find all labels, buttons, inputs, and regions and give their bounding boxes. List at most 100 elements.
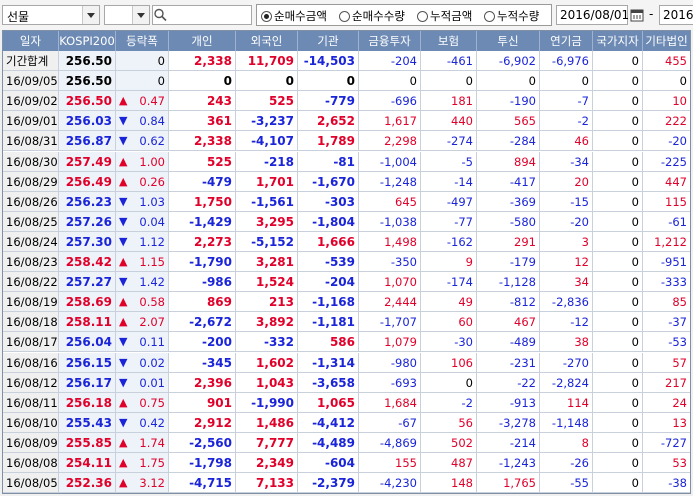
kospi200-cell: 258.69 xyxy=(59,292,116,313)
table-row[interactable]: 16/08/05 252.36 ▲ 3.12 -4,715 7,133 -2,379 -4,2… xyxy=(3,473,690,493)
column-header[interactable]: 투신 xyxy=(477,31,540,51)
date-to-input[interactable]: 2016/08/ xyxy=(659,5,693,25)
table-row[interactable]: 16/08/29 256.49 ▲ 0.26 -479 1,701 -1,670 -1,248… xyxy=(3,171,690,192)
financial-investment-cell: -1,038 xyxy=(359,211,421,232)
financial-investment-cell: 1,070 xyxy=(359,272,421,293)
date-cell: 16/08/19 xyxy=(3,292,59,313)
column-header[interactable]: 국가지자 xyxy=(593,31,643,51)
other-corp-cell: 13 xyxy=(643,413,690,433)
date-cell: 16/09/02 xyxy=(3,91,59,112)
pension-cell: 34 xyxy=(540,272,593,293)
individual-cell: 2,273 xyxy=(169,231,236,252)
investment-trust-cell: -231 xyxy=(477,352,540,373)
financial-investment-cell: 645 xyxy=(359,191,421,212)
table-row[interactable]: 16/08/12 256.17 ▼ 0.01 2,396 1,043 -3,658 -693 0… xyxy=(3,372,690,393)
column-header[interactable]: 기관 xyxy=(298,31,359,51)
radio-cumulative-amount[interactable]: 누적금액 xyxy=(417,8,472,24)
financial-investment-cell: 2,298 xyxy=(359,131,421,152)
financial-investment-cell: -4,869 xyxy=(359,432,421,453)
financial-investment-cell: -980 xyxy=(359,352,421,373)
change-value: 0 xyxy=(157,54,165,68)
column-header[interactable]: 보험 xyxy=(421,31,477,51)
chevron-down-icon[interactable] xyxy=(82,6,99,24)
individual-cell: -1,798 xyxy=(169,453,236,473)
financial-investment-cell: -1,248 xyxy=(359,171,421,192)
table-row[interactable]: 16/08/24 257.30 ▼ 1.12 2,273 -5,152 1,666 1,498… xyxy=(3,231,690,252)
change-value: 1.75 xyxy=(139,456,165,470)
insurance-cell: 440 xyxy=(421,111,477,132)
up-arrow-icon: ▲ xyxy=(119,435,128,449)
table-row[interactable]: 16/08/22 257.27 ▼ 1.42 -986 1,524 -204 1,070 -17… xyxy=(3,272,690,293)
down-arrow-icon: ▼ xyxy=(119,114,128,128)
table-row[interactable]: 16/09/01 256.03 ▼ 0.84 361 -3,237 2,652 1,617 44… xyxy=(3,111,690,132)
insurance-cell: -77 xyxy=(421,211,477,232)
market-select[interactable]: 선물 xyxy=(2,5,100,25)
financial-investment-cell: -350 xyxy=(359,252,421,272)
individual-cell: 2,338 xyxy=(169,131,236,152)
kospi200-cell: 256.03 xyxy=(59,111,116,132)
individual-cell: -2,672 xyxy=(169,312,236,333)
search-icon[interactable] xyxy=(152,6,168,24)
foreign-cell: 3,281 xyxy=(236,252,298,272)
table-row[interactable]: 16/08/25 257.26 ▼ 0.04 -1,429 3,295 -1,804 -1,0… xyxy=(3,211,690,232)
change-value: 0.62 xyxy=(139,134,165,149)
table-row[interactable]: 기간합계 256.50 0 2,338 11,709 -14,503 -204 -461 -6,… xyxy=(3,51,690,71)
column-header[interactable]: 일자 xyxy=(3,31,59,51)
insurance-cell: 60 xyxy=(421,312,477,333)
other-corp-cell: 455 xyxy=(643,51,690,71)
individual-cell: 0 xyxy=(169,71,236,92)
table-row[interactable]: 16/09/02 256.50 ▲ 0.47 243 525 -779 -696 181 -190… xyxy=(3,91,690,112)
radio-cumulative-quantity[interactable]: 누적수량 xyxy=(484,8,539,24)
column-header[interactable]: 개인 xyxy=(169,31,236,51)
kospi200-cell: 257.27 xyxy=(59,272,116,293)
investment-trust-cell: -179 xyxy=(477,252,540,272)
change-cell: ▼ 0.62 xyxy=(116,131,169,152)
table-row[interactable]: 16/08/23 258.42 ▲ 1.15 -1,790 3,281 -539 -350 9-… xyxy=(3,252,690,272)
institution-cell: 1,065 xyxy=(298,392,359,413)
change-value: 1.00 xyxy=(139,154,165,169)
column-header[interactable]: 등락폭 xyxy=(116,31,169,51)
table-row[interactable]: 16/08/31 256.87 ▼ 0.62 2,338 -4,107 1,789 2,298… xyxy=(3,131,690,152)
foreign-cell: 7,777 xyxy=(236,432,298,453)
chevron-down-icon[interactable] xyxy=(132,6,149,24)
government-cell: 0 xyxy=(593,211,643,232)
table-row[interactable]: 16/08/09 255.85 ▲ 1.74 -2,560 7,777 -4,489 -4,8… xyxy=(3,432,690,453)
table-row[interactable]: 16/08/18 258.11 ▲ 2.07 -2,672 3,892 -1,181 -1,7… xyxy=(3,312,690,333)
table-row[interactable]: 16/08/08 254.11 ▲ 1.75 -1,798 2,349 -604 155 487… xyxy=(3,453,690,473)
down-arrow-icon: ▼ xyxy=(119,335,128,349)
table-row[interactable]: 16/08/19 258.69 ▲ 0.58 869 213 -1,168 2,444 49 -8… xyxy=(3,292,690,313)
up-arrow-icon: ▲ xyxy=(119,315,128,329)
kospi200-cell: 256.50 xyxy=(59,71,116,92)
date-from-input[interactable]: 2016/08/01 xyxy=(556,5,629,25)
pension-cell: -55 xyxy=(540,473,593,493)
table-row[interactable]: 16/08/26 256.23 ▼ 1.03 1,750 -1,561 -303 645 -49… xyxy=(3,191,690,212)
table-row[interactable]: 16/08/10 255.43 ▼ 0.42 2,912 1,486 -4,412 -67 56… xyxy=(3,412,690,433)
government-cell: 0 xyxy=(593,231,643,252)
investment-trust-cell: -1,128 xyxy=(477,272,540,293)
pension-cell: 8 xyxy=(540,432,593,453)
government-cell: 0 xyxy=(593,91,643,112)
table-row[interactable]: 16/09/05 256.50 0 0 0 0 0 0 0 0 0 0 xyxy=(3,71,690,92)
radio-net-buy-amount[interactable]: 순매수금액 xyxy=(261,8,327,24)
table-row[interactable]: 16/08/17 256.04 ▼ 0.11 -200 -332 586 1,079 -30 -4… xyxy=(3,332,690,353)
other-corp-cell: 57 xyxy=(643,353,690,373)
column-header[interactable]: 금융투자 xyxy=(359,31,421,51)
kospi200-cell: 256.18 xyxy=(59,392,116,413)
radio-net-buy-quantity[interactable]: 순매수수량 xyxy=(339,8,405,24)
change-cell: ▼ 0.84 xyxy=(116,111,169,132)
table-row[interactable]: 16/08/30 257.49 ▲ 1.00 525 -218 -81 -1,004 -5 894… xyxy=(3,151,690,172)
government-cell: 0 xyxy=(593,151,643,172)
table-row[interactable]: 16/08/11 256.18 ▲ 0.75 901 -1,990 1,065 1,684 -2… xyxy=(3,392,690,413)
radio-label: 순매수금액 xyxy=(274,9,327,23)
column-header[interactable]: 연기금 xyxy=(540,31,593,51)
other-corp-cell: -951 xyxy=(643,252,690,272)
column-header[interactable]: 기타법인 xyxy=(643,31,690,51)
calendar-icon[interactable] xyxy=(629,6,645,24)
sub-select[interactable] xyxy=(104,5,150,25)
column-header[interactable]: 외국인 xyxy=(236,31,298,51)
down-arrow-icon: ▼ xyxy=(119,194,128,208)
government-cell: 0 xyxy=(593,51,643,71)
column-header[interactable]: KOSPI200 xyxy=(59,31,116,51)
table-row[interactable]: 16/08/16 256.15 ▼ 0.02 -345 1,602 -1,314 -980 10… xyxy=(3,352,690,373)
institution-cell: -14,503 xyxy=(298,51,359,71)
